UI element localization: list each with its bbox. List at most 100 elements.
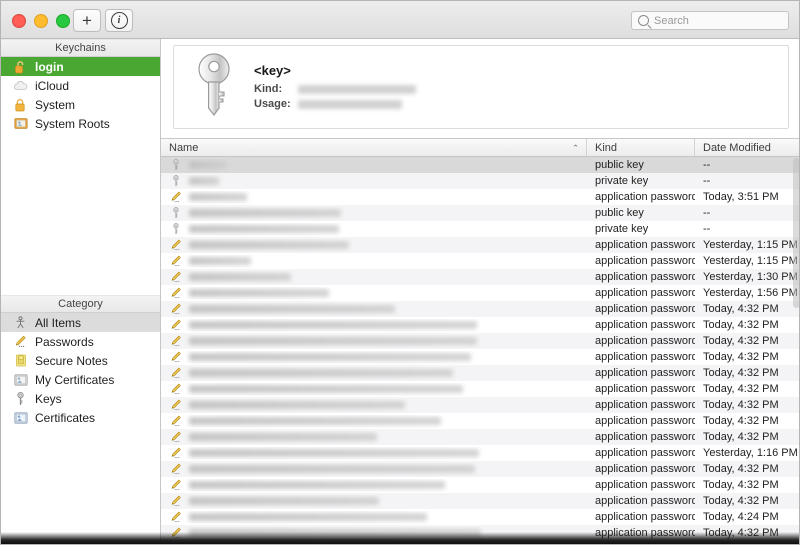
- pencil-password-icon: [169, 255, 182, 268]
- pencil-password-icon: [169, 463, 182, 476]
- item-detail-pane: <key> Kind: Usage:: [161, 39, 799, 138]
- cell-date-modified: Today, 4:32 PM: [703, 367, 779, 379]
- table-row[interactable]: application password Today, 4:32 PM: [161, 525, 799, 541]
- sidebar-item-icloud[interactable]: iCloud: [1, 76, 160, 95]
- table-row[interactable]: application password Today, 4:32 PM: [161, 429, 799, 445]
- cell-date-modified: Today, 4:32 PM: [703, 479, 779, 491]
- sidebar-item-secure-notes[interactable]: Secure Notes: [1, 351, 160, 370]
- cell-name: [161, 399, 587, 412]
- minimize-button[interactable]: [34, 14, 48, 28]
- table-row[interactable]: private key --: [161, 173, 799, 189]
- item-name-redacted: [189, 273, 291, 281]
- table-row[interactable]: application password Today, 4:32 PM: [161, 365, 799, 381]
- sidebar-item-passwords[interactable]: Passwords: [1, 332, 160, 351]
- column-header-label: Name: [169, 141, 199, 154]
- cell-name: [161, 239, 587, 252]
- table-row[interactable]: application password Today, 4:32 PM: [161, 493, 799, 509]
- table-row[interactable]: application password Today, 4:32 PM: [161, 301, 799, 317]
- search-field[interactable]: Search: [631, 11, 789, 30]
- item-name-redacted: [189, 193, 247, 201]
- cell-kind: application password: [595, 271, 695, 283]
- table-row[interactable]: application password Yesterday, 1:15 PM: [161, 237, 799, 253]
- column-header-label: Date Modified: [703, 141, 771, 154]
- cell-name: [161, 463, 587, 476]
- column-header-label: Kind: [595, 141, 618, 154]
- keychain-items-table: Name ⌃ Kind Date Modified public key -- pr…: [161, 138, 799, 544]
- table-row[interactable]: application password Today, 4:32 PM: [161, 397, 799, 413]
- sidebar-item-my-certificates[interactable]: My Certificates: [1, 370, 160, 389]
- cell-date-modified: --: [703, 159, 711, 171]
- item-name-redacted: [189, 225, 339, 233]
- unlocked-keychain-icon: [13, 59, 28, 74]
- close-button[interactable]: [12, 14, 26, 28]
- table-row[interactable]: application password Today, 4:32 PM: [161, 317, 799, 333]
- table-row[interactable]: application password Today, 4:32 PM: [161, 461, 799, 477]
- table-row[interactable]: application password Yesterday, 1:15 PM: [161, 253, 799, 269]
- plus-icon: +: [82, 11, 92, 30]
- cell-kind: application password: [595, 351, 695, 363]
- item-name-redacted: [189, 241, 349, 249]
- sidebar-item-label: Passwords: [35, 334, 94, 349]
- table-row[interactable]: application password Today, 4:32 PM: [161, 333, 799, 349]
- column-header-date-modified[interactable]: Date Modified: [695, 139, 799, 156]
- table-row[interactable]: application password Yesterday, 1:16 PM: [161, 445, 799, 461]
- cell-kind: application password: [595, 287, 695, 299]
- key-large-icon: [192, 52, 236, 123]
- sidebar-item-label: My Certificates: [35, 372, 115, 387]
- item-info-button[interactable]: i: [105, 9, 133, 32]
- item-name-redacted: [189, 337, 477, 345]
- table-row[interactable]: public key --: [161, 157, 799, 173]
- pencil-password-icon: [169, 431, 182, 444]
- table-row[interactable]: application password Today, 4:24 PM: [161, 509, 799, 525]
- cell-kind: application password: [595, 511, 695, 523]
- cell-name: [161, 207, 587, 220]
- sidebar-item-all-items[interactable]: All Items: [1, 313, 160, 332]
- sidebar-item-keys[interactable]: Keys: [1, 389, 160, 408]
- pencil-password-icon: [169, 239, 182, 252]
- table-row[interactable]: application password Yesterday, 1:30 PM: [161, 269, 799, 285]
- table-row[interactable]: application password Today, 4:32 PM: [161, 413, 799, 429]
- key-icon: [169, 223, 182, 236]
- certificate-folder-icon: [13, 116, 28, 131]
- cell-name: [161, 255, 587, 268]
- sidebar-item-system[interactable]: System: [1, 95, 160, 114]
- cell-name: [161, 495, 587, 508]
- certificate-icon: [13, 410, 28, 425]
- column-header-name[interactable]: Name ⌃: [161, 139, 587, 156]
- cell-name: [161, 367, 587, 380]
- sidebar-item-login[interactable]: login: [1, 57, 160, 76]
- item-name-redacted: [189, 497, 379, 505]
- column-header-kind[interactable]: Kind: [587, 139, 695, 156]
- table-row[interactable]: application password Yesterday, 1:56 PM: [161, 285, 799, 301]
- cell-date-modified: Yesterday, 1:16 PM: [703, 447, 798, 459]
- item-name-redacted: [189, 529, 481, 537]
- item-name-redacted: [189, 449, 479, 457]
- item-name-redacted: [189, 161, 227, 169]
- item-name-redacted: [189, 177, 219, 185]
- item-name-redacted: [189, 513, 427, 521]
- category-list: All Items Passwords Secure Notes My Cert…: [1, 313, 160, 427]
- pencil-password-icon: [169, 335, 182, 348]
- cell-kind: application password: [595, 383, 695, 395]
- table-row[interactable]: application password Today, 4:32 PM: [161, 349, 799, 365]
- cell-kind: public key: [595, 159, 644, 171]
- sidebar-item-system-roots[interactable]: System Roots: [1, 114, 160, 133]
- table-row[interactable]: private key --: [161, 221, 799, 237]
- sidebar-item-certificates[interactable]: Certificates: [1, 408, 160, 427]
- vertical-scrollbar[interactable]: [793, 158, 799, 308]
- add-item-button[interactable]: +: [73, 9, 101, 32]
- cell-name: [161, 415, 587, 428]
- sidebar-item-label: Secure Notes: [35, 353, 108, 368]
- item-name-redacted: [189, 481, 445, 489]
- zoom-button[interactable]: [56, 14, 70, 28]
- table-row[interactable]: application password Today, 3:51 PM: [161, 189, 799, 205]
- sidebar-item-label: iCloud: [35, 78, 70, 93]
- item-name-redacted: [189, 305, 395, 313]
- table-row[interactable]: public key --: [161, 205, 799, 221]
- keychains-header: Keychains: [1, 39, 160, 57]
- cell-date-modified: Today, 4:32 PM: [703, 431, 779, 443]
- pencil-password-icon: [169, 351, 182, 364]
- table-row[interactable]: application password Today, 4:32 PM: [161, 381, 799, 397]
- table-row[interactable]: application password Today, 4:32 PM: [161, 477, 799, 493]
- cell-date-modified: Today, 4:32 PM: [703, 527, 779, 539]
